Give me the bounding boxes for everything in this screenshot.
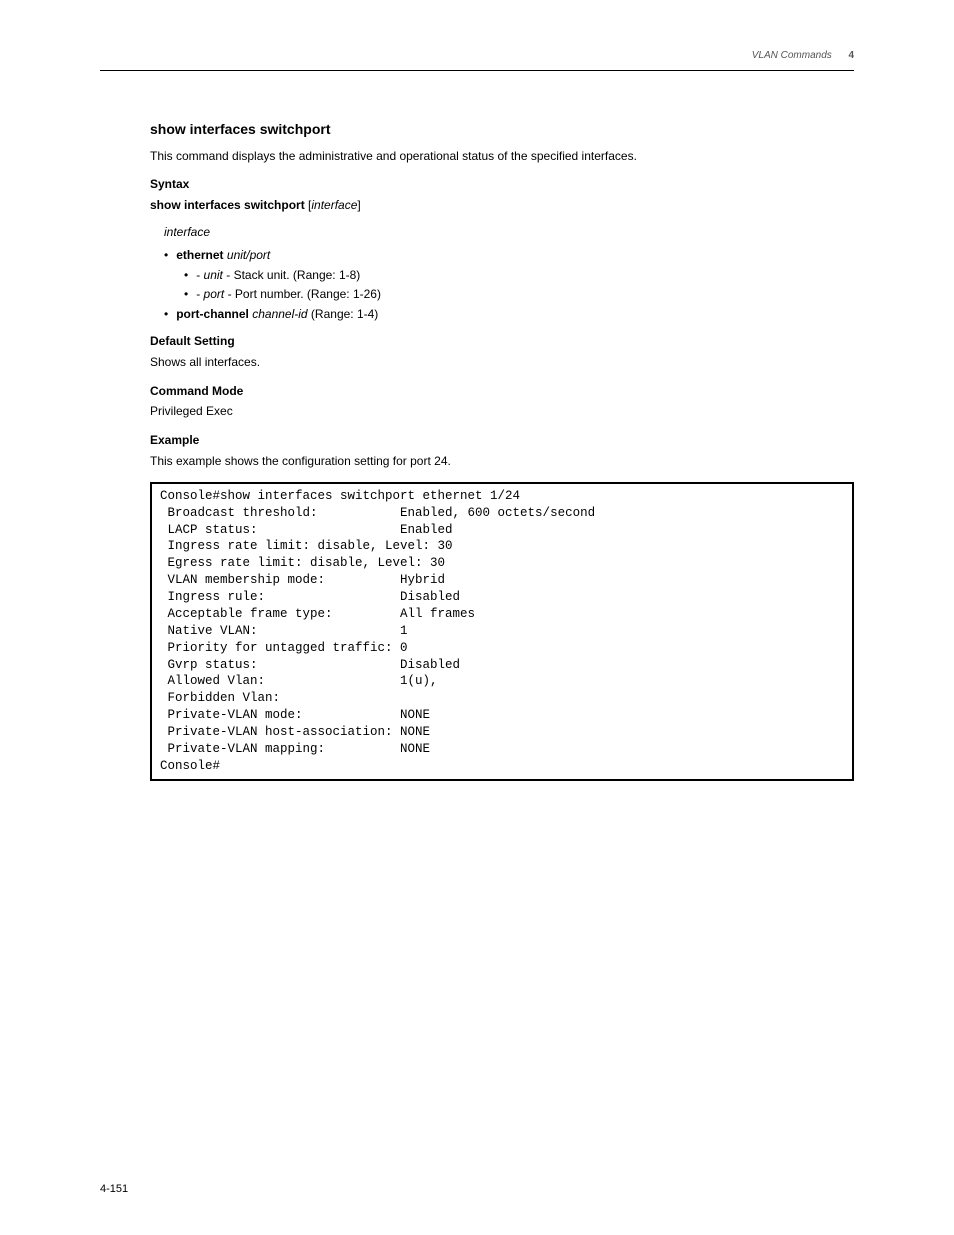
list-item: port-channel channel-id (Range: 1-4) bbox=[164, 306, 854, 323]
command-description: This command displays the administrative… bbox=[150, 148, 854, 165]
syntax-params-list: ethernet unit/port - unit - Stack unit. … bbox=[164, 247, 854, 323]
page-header: VLAN Commands 4 bbox=[100, 50, 854, 61]
syntax-label: Syntax bbox=[150, 176, 854, 193]
console-output: Console#show interfaces switchport ether… bbox=[150, 482, 854, 781]
syntax-interface-label: interface bbox=[164, 224, 854, 241]
page-number: 4-151 bbox=[100, 1183, 128, 1195]
command-name: show interfaces switchport bbox=[150, 120, 854, 140]
header-right: VLAN Commands 4 bbox=[752, 50, 854, 61]
list-item: ethernet unit/port bbox=[164, 247, 854, 264]
example-intro: This example shows the configuration set… bbox=[150, 453, 854, 470]
mode-label: Command Mode bbox=[150, 383, 854, 400]
list-item: - unit - Stack unit. (Range: 1-8) bbox=[184, 267, 854, 284]
default-value: Shows all interfaces. bbox=[150, 354, 854, 371]
list-item: - port - Port number. (Range: 1-26) bbox=[184, 286, 854, 303]
page-content: show interfaces switchport This command … bbox=[150, 120, 854, 789]
mode-value: Privileged Exec bbox=[150, 403, 854, 420]
syntax-line: show interfaces switchport [interface] bbox=[150, 197, 854, 214]
default-label: Default Setting bbox=[150, 333, 854, 350]
example-label: Example bbox=[150, 432, 854, 449]
header-rule bbox=[100, 70, 854, 71]
